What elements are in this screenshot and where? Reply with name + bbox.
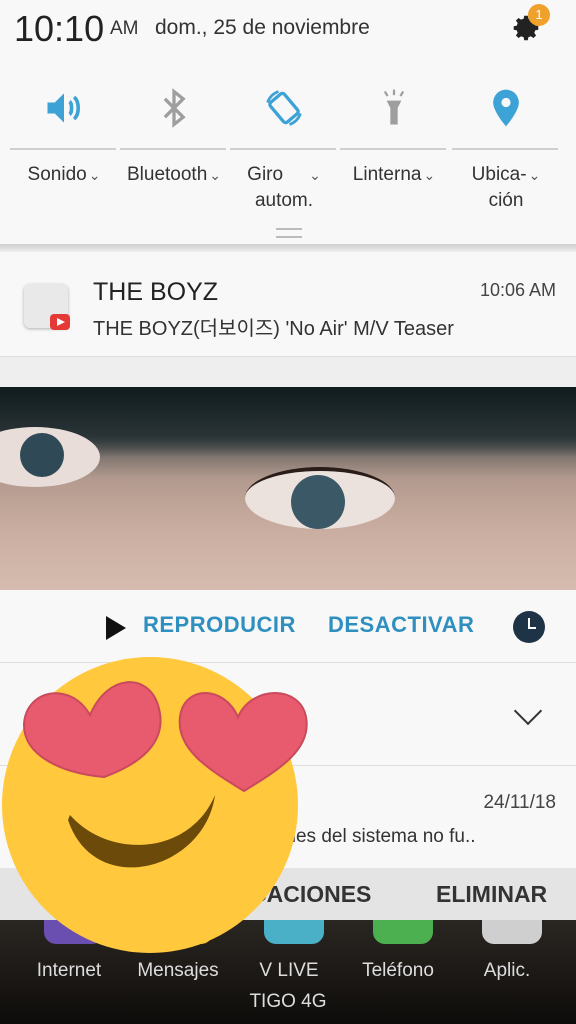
settings-update-badge: 1 <box>528 4 550 26</box>
chevron-down-icon[interactable]: ⌄ <box>309 162 321 188</box>
dock-app-label: V LIVE <box>259 960 319 981</box>
bluetooth-icon <box>163 88 186 128</box>
location-icon <box>493 89 519 127</box>
play-icon[interactable] <box>106 616 126 640</box>
play-button[interactable]: REPRODUCIR <box>143 612 296 638</box>
carrier-label: TIGO 4G <box>249 991 327 1012</box>
quick-tile-bluetooth[interactable]: Bluetooth ⌄ <box>120 76 228 226</box>
date-label: dom., 25 de noviembre <box>155 16 370 39</box>
thumbnail-eye-right <box>245 467 395 529</box>
youtube-play-icon <box>50 314 70 330</box>
quick-tile-label: Sonido <box>27 164 87 185</box>
youtube-app-icon <box>24 284 70 330</box>
snooze-clock-icon[interactable] <box>513 611 545 643</box>
dock-app-label: Mensajes <box>137 960 219 981</box>
quick-tile-divider <box>340 148 446 150</box>
clock-time: 10:10 <box>14 8 105 49</box>
notification-youtube[interactable]: THE BOYZ 10:06 AM THE BOYZ(더보이즈) 'No Air… <box>0 252 576 357</box>
quick-tile-label-line2: autom. <box>254 190 314 211</box>
chevron-down-icon[interactable]: ⌄ <box>529 162 541 188</box>
quick-tile-label: Giro <box>247 164 284 185</box>
quick-tile-divider <box>10 148 116 150</box>
disable-button[interactable]: DESACTIVAR <box>328 612 474 638</box>
auto-rotate-icon <box>266 90 302 126</box>
video-thumbnail[interactable] <box>0 387 576 590</box>
dock-app-label: Aplic. <box>483 960 531 981</box>
chevron-down-icon[interactable]: ⌄ <box>423 162 435 188</box>
phone-icon <box>373 920 433 944</box>
quick-tile-divider <box>120 148 226 150</box>
chevron-down-icon[interactable]: ⌄ <box>209 162 221 188</box>
apps-icon <box>482 920 542 944</box>
quick-tile-sound[interactable]: Sonido ⌄ <box>10 76 118 226</box>
quick-tile-label: Bluetooth <box>126 164 208 185</box>
thumbnail-iris-left <box>20 433 64 477</box>
quick-tile-label: Linterna <box>352 164 422 185</box>
quick-tile-label-line2: ción <box>488 190 524 211</box>
heart-eyes-emoji-sticker <box>2 657 308 953</box>
notification-title: THE BOYZ <box>93 278 219 306</box>
clock-ampm: AM <box>110 18 139 39</box>
quick-settings-panel: Sonido ⌄ Bluetooth ⌄ Giro ⌄ autom. Linterna… <box>0 56 576 244</box>
clear-all-button[interactable]: ELIMINAR <box>436 881 547 908</box>
notification-time: 10:06 AM <box>479 280 556 300</box>
flashlight-icon <box>383 89 405 125</box>
notification-spacer <box>0 357 576 387</box>
quick-tile-flashlight[interactable]: Linterna ⌄ <box>340 76 448 226</box>
quick-tile-auto-rotate[interactable]: Giro ⌄ autom. <box>230 76 338 226</box>
panel-shadow <box>0 244 576 252</box>
thumbnail-iris-right <box>291 475 345 529</box>
quick-tile-label: Ubica- <box>471 164 527 185</box>
status-bar: 10:10 AM dom., 25 de noviembre 1 <box>0 0 576 56</box>
expand-chevron-icon[interactable] <box>513 696 543 726</box>
quick-tile-location[interactable]: Ubica- ⌄ ción <box>452 76 560 226</box>
dock-app-label: Internet <box>36 960 102 981</box>
quick-tile-divider <box>230 148 336 150</box>
chevron-down-icon[interactable]: ⌄ <box>89 162 101 188</box>
quick-tile-divider <box>452 148 558 150</box>
speaker-icon <box>47 93 81 123</box>
dock-app-label: Teléfono <box>362 960 434 981</box>
notification-text: THE BOYZ(더보이즈) 'No Air' M/V Teaser <box>93 318 454 340</box>
notification-date: 24/11/18 <box>483 792 556 813</box>
panel-drag-handle[interactable] <box>276 228 302 238</box>
